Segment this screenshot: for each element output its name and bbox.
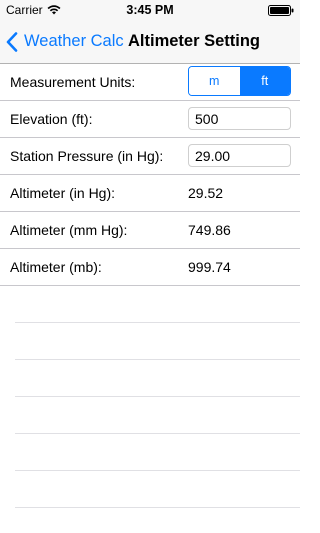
empty-row-separator [15,434,300,471]
navigation-bar: Weather Calc Altimeter Setting [0,20,300,64]
back-button-label: Weather Calc [24,32,124,50]
altimeter-mb-label: Altimeter (mb): [10,259,102,275]
elevation-row: Elevation (ft): [0,101,300,138]
units-label: Measurement Units: [10,74,136,90]
altimeter-mb-row: Altimeter (mb): 999.74 [0,249,300,286]
form-table: Measurement Units: m ft Elevation (ft): … [0,64,300,508]
status-bar: Carrier 3:45 PM [0,0,300,20]
empty-row-separator [15,471,300,508]
empty-row-separator [15,360,300,397]
altimeter-mmhg-value: 749.86 [188,222,231,238]
battery-icon [268,5,294,16]
station-pressure-row: Station Pressure (in Hg): [0,138,300,175]
units-segmented-control[interactable]: m ft [188,66,291,96]
units-segment-m[interactable]: m [189,67,240,95]
altimeter-inhg-value: 29.52 [188,185,224,201]
elevation-input[interactable] [188,107,291,130]
altimeter-inhg-row: Altimeter (in Hg): 29.52 [0,175,300,212]
page-title: Altimeter Setting [128,32,261,50]
altimeter-mmhg-row: Altimeter (mm Hg): 749.86 [0,212,300,249]
chevron-left-icon [6,31,18,52]
empty-row-separator [15,323,300,360]
screen: Carrier 3:45 PM Weather Calc Altimeter S… [0,0,300,533]
units-segment-ft[interactable]: ft [239,67,290,95]
station-pressure-label: Station Pressure (in Hg): [10,148,164,164]
station-pressure-input[interactable] [188,144,291,167]
altimeter-inhg-label: Altimeter (in Hg): [10,185,116,201]
status-time: 3:45 PM [126,3,174,17]
units-row: Measurement Units: m ft [0,64,300,101]
empty-row-separator [15,397,300,434]
elevation-label: Elevation (ft): [10,111,93,127]
back-button[interactable]: Weather Calc [6,20,124,63]
altimeter-mmhg-label: Altimeter (mm Hg): [10,222,128,238]
altimeter-mb-value: 999.74 [188,259,231,275]
empty-row-separator [15,286,300,323]
